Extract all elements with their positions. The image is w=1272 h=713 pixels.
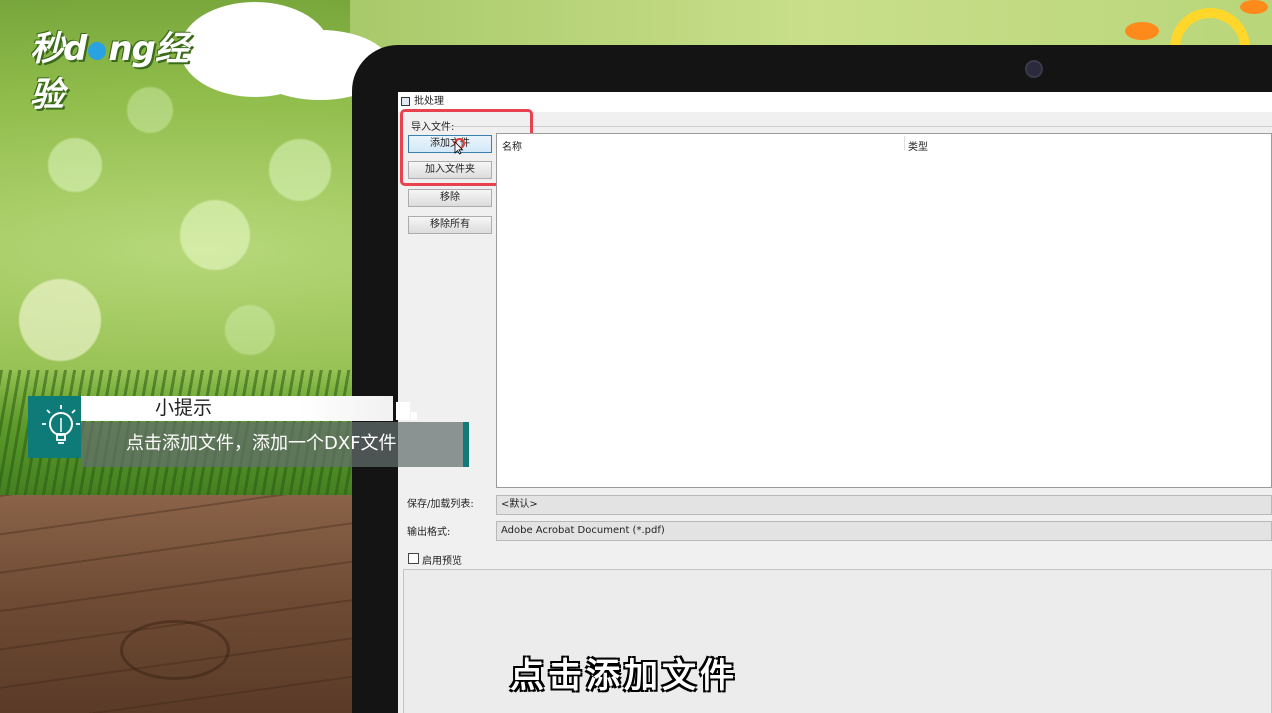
file-list[interactable]: 名称 类型	[496, 133, 1272, 488]
webcam-icon	[1025, 60, 1043, 78]
wood-knot-decoration	[120, 620, 230, 680]
output-format-label: 输出格式:	[407, 527, 451, 538]
groupbox-divider	[448, 126, 1272, 127]
save-load-list-select[interactable]: <默认>	[496, 495, 1272, 515]
enable-preview-label[interactable]: 启用预览	[422, 552, 462, 567]
window-icon	[401, 97, 410, 106]
wood-floor-decoration	[0, 495, 360, 713]
batch-process-window: 批处理 导入文件: 添加文件 加入文件夹 移除 移除所有 名称 类型 保存/加载…	[398, 92, 1272, 713]
play-icon	[88, 41, 107, 60]
tip-title: 小提示	[155, 397, 213, 419]
save-load-list-label: 保存/加载列表:	[407, 499, 474, 510]
output-format-select[interactable]: Adobe Acrobat Document (*.pdf)	[496, 521, 1272, 541]
flower-petal-decoration	[1125, 22, 1159, 40]
column-header-type[interactable]: 类型	[908, 138, 928, 153]
window-title: 批处理	[414, 96, 444, 107]
tip-decoration	[396, 402, 410, 420]
site-logo: 秒d ng经验	[30, 29, 189, 115]
flower-petal-decoration	[1240, 0, 1268, 14]
remove-all-button[interactable]: 移除所有	[408, 216, 492, 234]
column-header-name[interactable]: 名称	[502, 138, 522, 153]
enable-preview-checkbox[interactable]	[408, 553, 419, 564]
tip-text: 点击添加文件，添加一个DXF文件	[126, 433, 397, 454]
column-separator[interactable]	[904, 136, 905, 150]
remove-button[interactable]: 移除	[408, 189, 492, 207]
tip-icon-box	[28, 396, 81, 458]
lightbulb-icon	[42, 405, 80, 444]
video-subtitle: 点击添加文件	[510, 656, 738, 696]
tip-accent-bar	[463, 422, 469, 467]
tip-title-bar	[81, 396, 393, 421]
tip-decoration	[411, 412, 417, 420]
